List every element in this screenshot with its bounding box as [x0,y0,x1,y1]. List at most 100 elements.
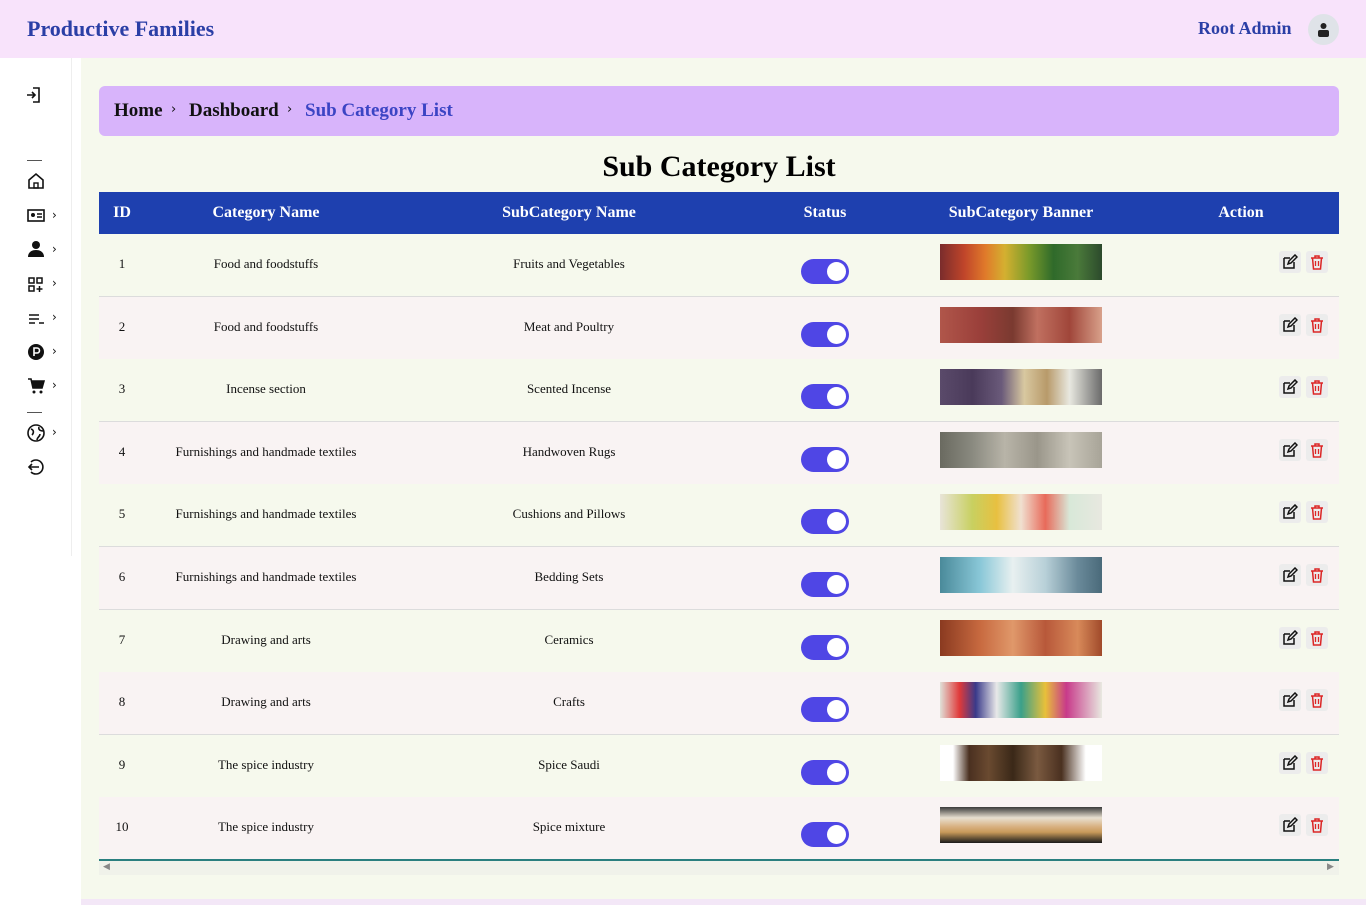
subcategory-banner-image [940,369,1102,405]
row-category: The spice industry [217,757,315,772]
column-header-subcategory[interactable]: SubCategory Name [469,204,669,222]
parking-icon[interactable] [27,343,45,361]
row-subcategory: Cushions and Pillows [512,506,626,521]
status-toggle[interactable] [801,259,849,284]
status-toggle[interactable] [801,760,849,785]
delete-button[interactable] [1306,314,1328,336]
row-subcategory: Spice mixture [532,819,606,834]
delete-button[interactable] [1306,376,1328,398]
edit-button[interactable] [1279,627,1301,649]
delete-button[interactable] [1306,627,1328,649]
row-category: Furnishings and handmade textiles [175,444,357,459]
row-subcategory: Ceramics [544,632,594,647]
delete-button[interactable] [1306,814,1328,836]
status-toggle[interactable] [801,572,849,597]
toggle-knob [827,763,846,782]
edit-button[interactable] [1279,501,1301,523]
subcategory-banner-image [940,682,1102,718]
page-title: Sub Category List [602,150,836,183]
apps-add-icon[interactable] [27,276,45,294]
table-row: 1 Food and foodstuffs Fruits and Vegetab… [99,234,1339,297]
status-toggle[interactable] [801,447,849,472]
subcategory-banner-image [940,745,1102,781]
toggle-knob [827,575,846,594]
column-header-action[interactable]: Action [1201,204,1281,222]
edit-button[interactable] [1279,752,1301,774]
status-toggle[interactable] [801,635,849,660]
cart-icon[interactable] [27,377,45,395]
column-header-status[interactable]: Status [785,204,865,222]
edit-button[interactable] [1279,314,1301,336]
sidebar-divider [27,160,42,161]
status-toggle[interactable] [801,697,849,722]
row-category: Food and foodstuffs [213,319,319,334]
edit-button[interactable] [1279,376,1301,398]
breadcrumb-home[interactable]: Home [114,100,163,122]
row-subcategory: Fruits and Vegetables [513,256,625,271]
breadcrumb: Home › Dashboard › Sub Category List [99,86,1339,136]
breadcrumb-current: Sub Category List [305,100,453,121]
delete-button[interactable] [1306,439,1328,461]
delete-button[interactable] [1306,689,1328,711]
chevron-right-icon[interactable]: › [52,378,57,392]
table-row: 4 Furnishings and handmade textiles Hand… [99,422,1339,485]
row-subcategory: Meat and Poultry [523,319,615,334]
toggle-knob [827,638,846,657]
chevron-right-icon[interactable]: › [52,242,57,256]
edit-button[interactable] [1279,439,1301,461]
trash-icon [1311,318,1323,333]
user-icon[interactable] [27,240,45,258]
row-id: 1 [118,256,126,271]
edit-icon [1283,817,1298,832]
chevron-right-icon[interactable]: › [52,344,57,358]
breadcrumb-dashboard[interactable]: Dashboard [189,100,279,122]
status-toggle[interactable] [801,822,849,847]
status-toggle[interactable] [801,509,849,534]
subcategory-banner-image [940,307,1102,343]
user-avatar[interactable] [1308,14,1339,45]
list-icon[interactable] [27,310,45,328]
chevron-right-icon[interactable]: › [52,425,57,439]
horizontal-scrollbar[interactable]: ◀ ▶ [99,859,1339,875]
row-category: Food and foodstuffs [213,256,319,271]
column-header-banner[interactable]: SubCategory Banner [931,204,1111,222]
subcategory-banner-image [940,807,1102,843]
chevron-right-icon[interactable]: › [52,310,57,324]
row-id: 3 [118,381,126,396]
chevron-right-icon[interactable]: › [52,208,57,222]
edit-button[interactable] [1279,814,1301,836]
sidebar: › › › › › › › [0,58,72,556]
row-id: 6 [118,569,126,584]
column-header-id[interactable]: ID [109,204,135,222]
status-toggle[interactable] [801,322,849,347]
user-name[interactable]: Root Admin [1198,18,1292,39]
home-icon[interactable] [27,172,45,190]
edit-button[interactable] [1279,564,1301,586]
table-row: 2 Food and foodstuffs Meat and Poultry [99,297,1339,360]
column-header-category[interactable]: Category Name [161,204,371,222]
delete-button[interactable] [1306,564,1328,586]
chevron-right-icon: › [171,102,177,117]
scroll-left-icon[interactable]: ◀ [103,862,110,872]
toggle-knob [827,825,846,844]
delete-button[interactable] [1306,752,1328,774]
globe-icon[interactable] [27,424,45,442]
row-subcategory: Handwoven Rugs [522,444,616,459]
chevron-right-icon[interactable]: › [52,276,57,290]
trash-icon [1311,631,1323,646]
edit-icon [1283,379,1298,394]
edit-button[interactable] [1279,689,1301,711]
edit-button[interactable] [1279,251,1301,273]
logout-icon[interactable] [27,458,45,476]
delete-button[interactable] [1306,501,1328,523]
app-title[interactable]: Productive Families [27,16,214,42]
row-category: The spice industry [217,819,315,834]
id-card-icon[interactable] [27,206,45,224]
delete-button[interactable] [1306,251,1328,273]
row-subcategory: Spice Saudi [538,757,600,772]
status-toggle[interactable] [801,384,849,409]
edit-icon [1283,692,1298,707]
login-icon[interactable] [25,86,43,104]
scroll-right-icon[interactable]: ▶ [1327,862,1334,872]
row-subcategory: Bedding Sets [534,569,604,584]
